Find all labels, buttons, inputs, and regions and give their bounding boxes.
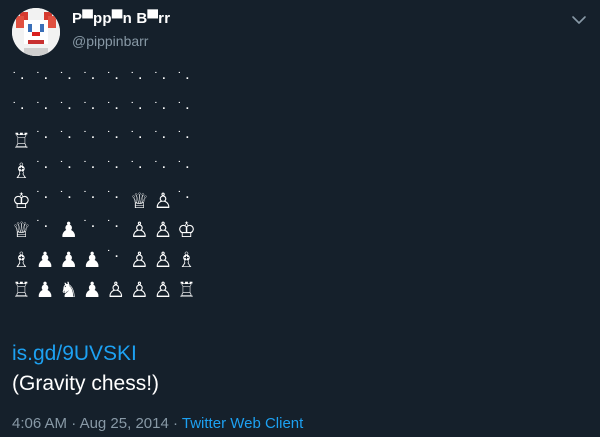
empty-square: ˙.: [177, 190, 194, 201]
chevron-down-icon[interactable]: [570, 11, 588, 29]
avatar[interactable]: [12, 8, 60, 56]
empty-square: ˙.: [106, 220, 123, 231]
chess-piece-icon: ♕: [12, 218, 31, 243]
chess-piece-icon: ♙: [153, 188, 173, 213]
empty-square: ˙.: [177, 101, 194, 112]
empty-square: ˙.: [106, 72, 123, 82]
empty-square: ˙.: [129, 72, 146, 82]
empty-square: ˙.: [153, 72, 170, 82]
empty-square: ˙.: [129, 131, 146, 142]
chess-piece-icon: ♞: [59, 277, 79, 302]
chess-piece-icon: ♙: [106, 277, 126, 302]
empty-square: ˙.: [35, 72, 52, 82]
tweet-date[interactable]: Aug 25, 2014: [80, 415, 169, 432]
empty-square: ˙.: [12, 101, 28, 112]
empty-square: ˙.: [129, 101, 146, 112]
empty-square: ˙.: [35, 190, 52, 201]
display-name[interactable]: P▀pp▀n B▀rr: [72, 10, 170, 27]
tweet-link[interactable]: is.gd/9UVSKI: [12, 342, 137, 366]
chess-piece-icon: ♟: [82, 277, 102, 302]
empty-square: ˙.: [106, 161, 123, 172]
chess-piece-icon: ♟: [59, 248, 79, 273]
tweet-source[interactable]: Twitter Web Client: [182, 415, 303, 432]
empty-square: ˙.: [35, 101, 52, 112]
user-handle[interactable]: @pippinbarr: [72, 33, 148, 49]
chess-piece-icon: ♗: [177, 248, 196, 273]
clown-face-icon: [12, 8, 60, 56]
empty-square: ˙.: [177, 161, 194, 172]
chess-piece-icon: ♗: [12, 248, 31, 273]
meta-separator: ·: [71, 415, 77, 432]
chess-piece-icon: ♙: [153, 218, 173, 243]
empty-square: ˙.: [106, 101, 123, 112]
chess-piece-icon: ♖: [12, 129, 31, 154]
empty-square: ˙.: [35, 161, 52, 172]
empty-square: ˙.: [153, 161, 170, 172]
chess-piece-icon: ♔: [12, 188, 31, 213]
empty-square: ˙.: [82, 131, 99, 142]
empty-square: ˙.: [12, 72, 28, 82]
chess-piece-icon: ♕: [129, 188, 149, 213]
chess-piece-icon: ♔: [177, 218, 196, 243]
tweet-time[interactable]: 4:06 AM: [12, 415, 67, 432]
chess-piece-icon: ♖: [12, 277, 31, 302]
chess-piece-icon: ♙: [129, 277, 149, 302]
empty-square: ˙.: [82, 72, 99, 82]
empty-square: ˙.: [35, 131, 52, 142]
empty-square: ˙.: [59, 131, 76, 142]
empty-square: ˙.: [82, 220, 99, 231]
tweet-text: (Gravity chess!): [12, 372, 160, 395]
meta-separator: ·: [172, 415, 178, 432]
chess-piece-icon: ♟: [82, 248, 102, 273]
chess-piece-icon: ♙: [129, 248, 149, 273]
empty-square: ˙.: [59, 161, 76, 172]
empty-square: ˙.: [106, 190, 123, 201]
empty-square: ˙.: [82, 190, 99, 201]
chess-piece-icon: ♖: [177, 277, 196, 302]
empty-square: ˙.: [59, 190, 76, 201]
empty-square: ˙.: [153, 101, 170, 112]
chess-board: ˙. ˙. ˙. ˙. ˙. ˙. ˙. ˙. ˙. ˙. ˙. ˙. ˙. ˙. ˙. ˙. ♖ ˙. ˙. ˙. ˙…: [12, 68, 201, 306]
empty-square: ˙.: [106, 250, 123, 261]
empty-square: ˙.: [177, 72, 194, 82]
chess-piece-icon: ♙: [153, 248, 173, 273]
empty-square: ˙.: [35, 220, 52, 231]
empty-square: ˙.: [82, 161, 99, 172]
chess-piece-icon: ♟: [35, 248, 55, 273]
empty-square: ˙.: [82, 101, 99, 112]
chess-piece-icon: ♙: [153, 277, 173, 302]
tweet-meta: 4:06 AM · Aug 25, 2014 · Twitter Web Cli…: [12, 415, 303, 432]
chess-piece-icon: ♟: [35, 277, 55, 302]
empty-square: ˙.: [153, 131, 170, 142]
empty-square: ˙.: [106, 131, 123, 142]
empty-square: ˙.: [59, 101, 76, 112]
empty-square: ˙.: [177, 131, 194, 142]
empty-square: ˙.: [59, 72, 76, 82]
chess-piece-icon: ♗: [12, 159, 31, 184]
empty-square: ˙.: [129, 161, 146, 172]
chess-piece-icon: ♟: [59, 218, 79, 243]
chess-piece-icon: ♙: [129, 218, 149, 243]
